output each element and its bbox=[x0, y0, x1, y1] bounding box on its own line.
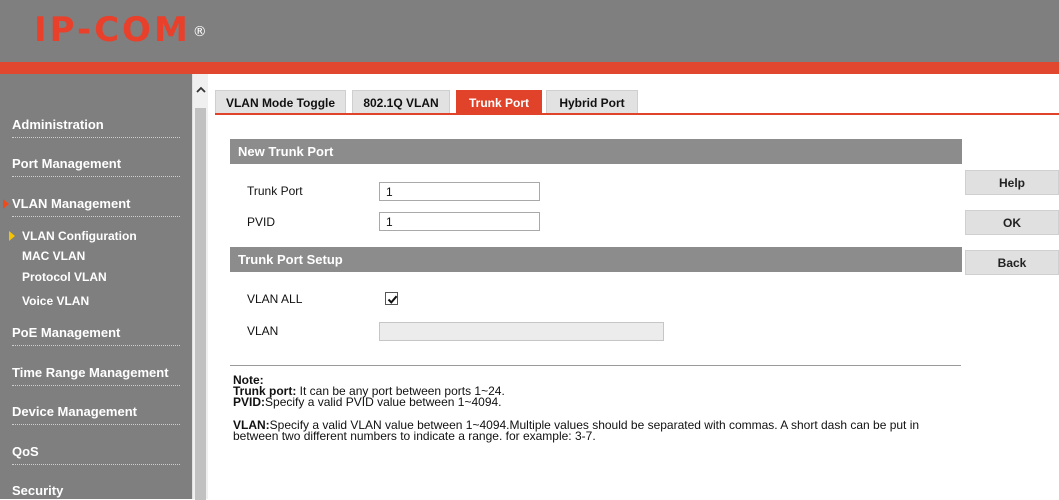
sidebar-item-port-management[interactable]: Port Management bbox=[12, 156, 180, 177]
trunk-port-input[interactable] bbox=[379, 182, 540, 201]
header-accent-bar bbox=[0, 62, 1059, 74]
tab-vlan-mode-toggle[interactable]: VLAN Mode Toggle bbox=[215, 90, 346, 114]
tab-underline bbox=[215, 113, 1059, 115]
vlan-input[interactable] bbox=[379, 322, 664, 341]
back-button[interactable]: Back bbox=[965, 250, 1059, 275]
sidebar-subitem-voice-vlan[interactable]: Voice VLAN bbox=[22, 294, 89, 309]
sidebar-item-time-range-management[interactable]: Time Range Management bbox=[12, 365, 180, 386]
help-button[interactable]: Help bbox=[965, 170, 1059, 195]
section-header-new-trunk-port: New Trunk Port bbox=[230, 139, 962, 164]
sidebar-subitem-mac-vlan[interactable]: MAC VLAN bbox=[22, 249, 85, 264]
sidebar-subitem-protocol-vlan[interactable]: Protocol VLAN bbox=[22, 270, 107, 285]
pvid-label: PVID bbox=[247, 215, 276, 229]
active-arrow-icon bbox=[3, 199, 9, 209]
tab-bar: VLAN Mode Toggle 802.1Q VLAN Trunk Port … bbox=[215, 90, 1059, 114]
sidebar-item-device-management[interactable]: Device Management bbox=[12, 404, 180, 425]
pvid-input[interactable] bbox=[379, 212, 540, 231]
sidebar-item-poe-management[interactable]: PoE Management bbox=[12, 325, 180, 346]
vlan-label: VLAN bbox=[247, 324, 279, 338]
vlan-all-label: VLAN ALL bbox=[247, 292, 303, 306]
vlan-all-checkbox[interactable] bbox=[385, 292, 398, 305]
sidebar-item-qos[interactable]: QoS bbox=[12, 444, 180, 465]
note-vlan: VLAN:Specify a valid VLAN value between … bbox=[233, 418, 920, 443]
note-pvid: PVID:Specify a valid PVID value between … bbox=[233, 395, 502, 409]
sidebar-item-vlan-management[interactable]: VLAN Management bbox=[3, 196, 180, 217]
sidebar-scrollbar[interactable] bbox=[192, 74, 209, 500]
tab-802-1q-vlan[interactable]: 802.1Q VLAN bbox=[352, 90, 450, 114]
trunk-port-label: Trunk Port bbox=[247, 184, 303, 198]
scrollbar-thumb[interactable] bbox=[195, 108, 206, 500]
active-subitem-arrow-icon bbox=[9, 231, 15, 241]
ok-button[interactable]: OK bbox=[965, 210, 1059, 235]
sidebar-subitem-vlan-configuration[interactable]: VLAN Configuration bbox=[9, 229, 137, 244]
content-divider bbox=[230, 365, 961, 366]
sidebar-item-administration[interactable]: Administration bbox=[12, 117, 180, 138]
brand-logo: IP-COM ® bbox=[34, 10, 207, 50]
section-header-trunk-port-setup: Trunk Port Setup bbox=[230, 247, 962, 272]
header-bar: IP-COM ® bbox=[0, 0, 1059, 62]
sidebar-item-security[interactable]: Security bbox=[12, 483, 180, 499]
sidebar: Administration Port Management VLAN Mana… bbox=[0, 74, 192, 499]
tab-trunk-port[interactable]: Trunk Port bbox=[456, 90, 542, 114]
checkmark-icon bbox=[387, 295, 398, 304]
scroll-up-icon[interactable] bbox=[193, 84, 209, 96]
tab-hybrid-port[interactable]: Hybrid Port bbox=[546, 90, 638, 114]
